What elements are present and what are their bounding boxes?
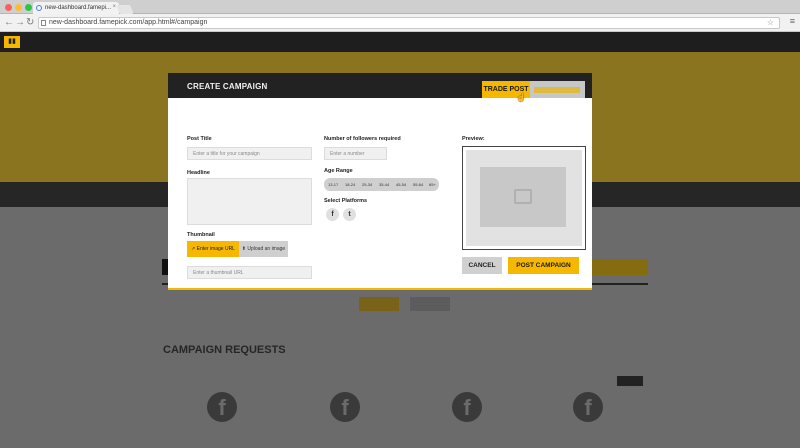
browser-tab[interactable]: new-dashboard.famepi... ×: [33, 2, 119, 14]
facebook-platform-icon[interactable]: f: [326, 208, 339, 221]
enter-image-url-button[interactable]: ↗ Enter image URL: [187, 241, 239, 257]
maximize-window-button[interactable]: [25, 4, 32, 11]
campaign-requests-title: CAMPAIGN REQUESTS: [163, 344, 286, 356]
address-bar[interactable]: new-dashboard.famepick.com/app.html#/cam…: [38, 17, 780, 29]
app-logo-icon[interactable]: ▮▮: [4, 36, 20, 48]
close-window-button[interactable]: [5, 4, 12, 11]
thumbnail-label: Thumbnail: [187, 232, 215, 238]
facebook-icon: f: [330, 392, 360, 422]
bookmark-star-icon[interactable]: ☆: [767, 18, 774, 27]
page-icon: [41, 20, 46, 26]
platforms-label: Select Platforms: [324, 198, 368, 204]
tab-second[interactable]: [530, 81, 585, 99]
tab-title: new-dashboard.famepi...: [45, 5, 112, 11]
dimmed-button-2: [410, 297, 450, 311]
facebook-icon: f: [452, 392, 482, 422]
post-campaign-button[interactable]: POST CAMPAIGN: [508, 257, 579, 274]
modal-title: CREATE CAMPAIGN: [187, 82, 268, 91]
image-placeholder-icon: [514, 189, 532, 204]
age-option[interactable]: 25-34: [362, 182, 372, 187]
minimize-window-button[interactable]: [15, 4, 22, 11]
forward-icon[interactable]: →: [15, 17, 25, 29]
thumbnail-url-input[interactable]: Enter a thumbnail URL: [187, 266, 312, 279]
browser-window: new-dashboard.famepi... × ← → ↻ new-dash…: [0, 0, 800, 448]
reload-icon[interactable]: ↻: [26, 17, 34, 29]
upload-image-label: Upload an image: [247, 246, 286, 252]
age-range-selector[interactable]: 13-17 18-24 25-34 35-44 45-54 55-64 65+: [324, 178, 439, 191]
preview-placeholder: [480, 167, 566, 227]
age-range-label: Age Range: [324, 168, 353, 174]
headline-label: Headline: [187, 170, 210, 176]
age-option[interactable]: 18-24: [345, 182, 355, 187]
new-tab-button[interactable]: [116, 5, 134, 14]
twitter-platform-icon[interactable]: t: [343, 208, 356, 221]
facebook-icon: f: [207, 392, 237, 422]
followers-input[interactable]: Enter a number: [324, 147, 387, 160]
app-top-nav: ▮▮: [0, 32, 800, 52]
age-option[interactable]: 65+: [429, 182, 436, 187]
headline-textarea[interactable]: [187, 178, 312, 225]
dimmed-button-1: [359, 297, 399, 311]
close-tab-icon[interactable]: ×: [112, 4, 116, 10]
cancel-button[interactable]: CANCEL: [462, 257, 502, 274]
page-backdrop: ▮▮ CAMPAIGN REQUESTS f f f f CREATE CAMP…: [0, 32, 800, 448]
dimmed-view-icons: [617, 376, 643, 386]
preview-box: [462, 146, 586, 250]
age-option[interactable]: 45-54: [396, 182, 406, 187]
back-icon[interactable]: ←: [4, 17, 14, 29]
favicon-icon: [36, 5, 42, 11]
post-title-label: Post Title: [187, 136, 212, 142]
preview-label: Preview:: [462, 136, 485, 142]
age-option[interactable]: 13-17: [328, 182, 338, 187]
age-option[interactable]: 35-44: [379, 182, 389, 187]
facebook-icon: f: [573, 392, 603, 422]
browser-menu-icon[interactable]: ≡: [790, 16, 795, 26]
url-text: new-dashboard.famepick.com/app.html#/cam…: [49, 19, 208, 26]
followers-label: Number of followers required: [324, 136, 401, 142]
post-title-input[interactable]: Enter a title for your campaign: [187, 147, 312, 160]
toolbar: ← → ↻ new-dashboard.famepick.com/app.htm…: [0, 14, 800, 32]
create-campaign-modal: Post Title Enter a title for your campai…: [168, 98, 592, 290]
tab-second-label-block: [534, 87, 580, 93]
hand-cursor-icon: ☝: [516, 93, 526, 102]
preview-canvas: [466, 150, 582, 246]
tab-bar: new-dashboard.famepi... ×: [0, 0, 800, 14]
age-option[interactable]: 55-64: [413, 182, 423, 187]
enter-image-url-label: Enter image URL: [196, 246, 235, 252]
upload-image-button[interactable]: ⬆ Upload an image: [239, 241, 288, 257]
